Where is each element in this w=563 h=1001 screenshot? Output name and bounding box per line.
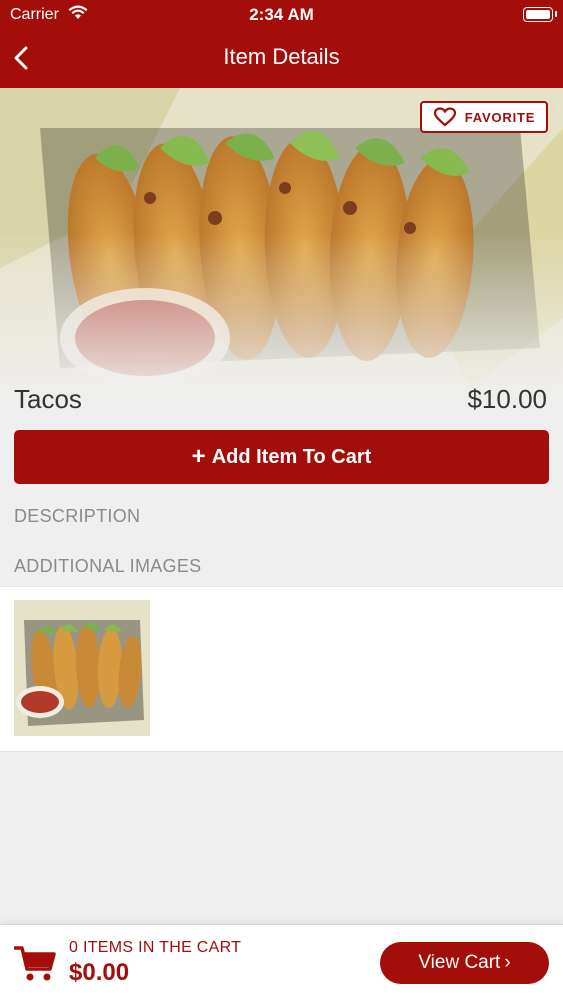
shopping-cart-icon — [14, 946, 56, 981]
favorite-label: FAVORITE — [464, 109, 536, 125]
chevron-right-icon: › — [504, 952, 511, 973]
tacos-thumbnail-photo — [14, 600, 150, 736]
top-nav-bar: Carrier 2:34 AM Item Details — [0, 0, 563, 88]
view-cart-button[interactable]: View Cart › — [380, 942, 549, 984]
view-cart-label: View Cart — [418, 952, 501, 973]
add-to-cart-label: Add Item To Cart — [211, 445, 372, 468]
add-to-cart-button[interactable]: + Add Item To Cart — [14, 430, 549, 484]
additional-images-list — [0, 586, 563, 752]
description-heading: DESCRIPTION — [14, 506, 141, 526]
additional-image-thumbnail[interactable] — [14, 600, 150, 736]
cart-item-count: 0 ITEMS IN THE CART — [69, 939, 242, 956]
page-title: Item Details — [223, 44, 340, 69]
status-bar: Carrier 2:34 AM — [0, 0, 563, 30]
item-price: $10.00 — [467, 384, 547, 414]
item-name: Tacos — [14, 384, 82, 414]
cart-total: $0.00 — [69, 959, 130, 986]
clock-label: 2:34 AM — [249, 5, 314, 24]
plus-icon: + — [191, 443, 206, 470]
cart-summary-bar: 0 ITEMS IN THE CART $0.00 View Cart › — [0, 924, 563, 1001]
favorite-button[interactable]: FAVORITE — [420, 101, 548, 133]
item-hero-image — [0, 88, 563, 408]
battery-icon — [523, 7, 557, 22]
tacos-photo — [0, 88, 563, 408]
additional-images-heading: ADDITIONAL IMAGES — [14, 556, 202, 576]
heart-icon — [433, 107, 456, 127]
